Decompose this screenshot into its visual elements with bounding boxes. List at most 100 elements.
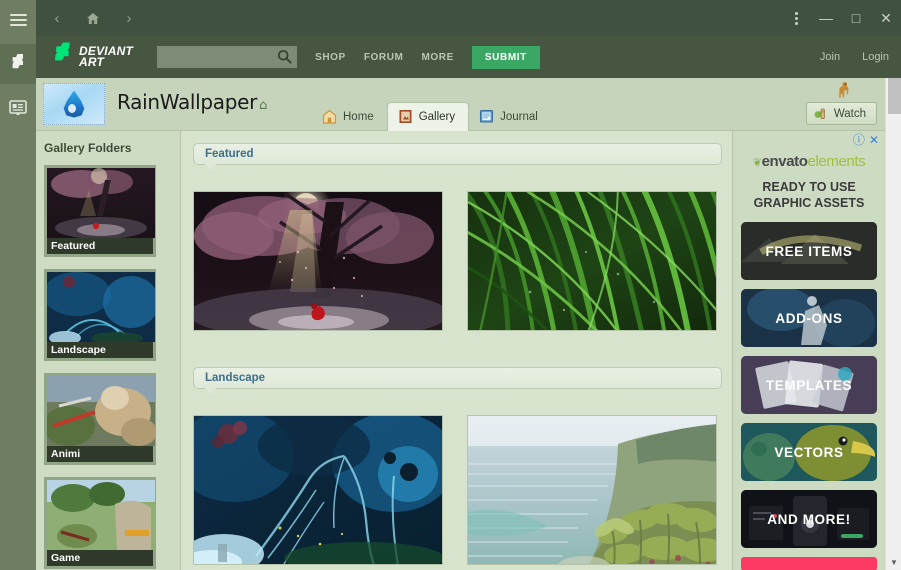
ad-footer-banner[interactable] [741, 557, 877, 570]
folder-thumbnail [47, 168, 155, 238]
thumbnail-image [468, 192, 716, 330]
gallery-folders-sidebar: Gallery Folders Featured Landscape Animi… [36, 131, 181, 570]
profile-bar: RainWallpaper ⌂ Home Gallery Journal Wat… [36, 78, 885, 131]
watch-binoculars-icon [814, 108, 825, 120]
application-window: ‹ › — □ ✕ DEVIANT ART SHOP FORUM MORE SU… [0, 0, 901, 570]
section-header-featured[interactable]: Featured [193, 143, 722, 170]
water-droplet-icon [63, 90, 85, 118]
folder-item-animi[interactable]: Animi [44, 373, 156, 465]
maximize-button[interactable]: □ [841, 3, 871, 33]
section-title: Featured [205, 148, 254, 160]
login-link[interactable]: Login [862, 51, 889, 63]
folder-item-landscape[interactable]: Landscape [44, 269, 156, 361]
header-link-shop[interactable]: SHOP [315, 52, 346, 63]
ad-card-label: AND MORE! [767, 511, 851, 527]
section-header-landscape[interactable]: Landscape [193, 367, 722, 394]
ad-card-label: ADD-ONS [775, 310, 843, 326]
folder-item-game[interactable]: Game [44, 477, 156, 569]
journal-icon [480, 109, 494, 123]
folder-thumbnail [47, 272, 155, 342]
search-box[interactable] [157, 46, 298, 68]
deviantart-mark-icon [50, 42, 73, 73]
submit-button[interactable]: SUBMIT [471, 45, 540, 69]
folder-thumbnail [47, 376, 155, 446]
page-content: RainWallpaper ⌂ Home Gallery Journal Wat… [36, 78, 885, 570]
join-link[interactable]: Join [820, 51, 840, 63]
avatar[interactable] [43, 83, 105, 125]
page-title: RainWallpaper ⌂ [117, 90, 267, 114]
home-icon [322, 109, 337, 124]
folder-label: Landscape [47, 342, 153, 358]
deviantart-brand[interactable]: DEVIANT ART [52, 42, 133, 73]
watch-button[interactable]: Watch [805, 102, 877, 125]
ad-card-templates[interactable]: TEMPLATES [741, 356, 877, 414]
sidebar-title: Gallery Folders [44, 141, 132, 155]
watch-label: Watch [833, 107, 866, 120]
profile-tabs: Home Gallery Journal [312, 102, 551, 131]
gallery-thumb-green-grass[interactable] [467, 191, 717, 331]
gallery-thumb-tropical-beach[interactable] [467, 415, 717, 565]
chrome-menu-button[interactable] [781, 3, 811, 33]
tab-journal-label: Journal [500, 110, 538, 123]
scrollbar-thumb[interactable] [888, 78, 901, 114]
section-title: Landscape [205, 372, 266, 384]
ad-card-vectors[interactable]: VECTORS [741, 423, 877, 481]
tab-journal[interactable]: Journal [469, 103, 551, 130]
close-button[interactable]: ✕ [871, 3, 901, 33]
profile-name: RainWallpaper [117, 90, 258, 114]
content-columns: Gallery Folders Featured Landscape Animi… [36, 131, 885, 570]
deviantart-logo-icon [54, 42, 70, 60]
home-button[interactable] [78, 4, 108, 32]
scroll-down-button[interactable]: ▼ [886, 554, 901, 570]
header-link-forum[interactable]: FORUM [364, 52, 404, 63]
folder-label: Animi [47, 446, 153, 462]
ad-card-label: FREE ITEMS [765, 243, 853, 259]
ad-close-icon[interactable]: ✕ [869, 134, 879, 146]
gallery-thumb-cherry-blossom[interactable] [193, 191, 443, 331]
account-links: Join Login [798, 51, 889, 63]
ad-info-icon[interactable]: ⓘ [853, 134, 865, 146]
folder-thumbnail [47, 480, 155, 550]
ad-controls: ⓘ ✕ [853, 134, 879, 146]
ad-card-add-ons[interactable]: ADD-ONS [741, 289, 877, 347]
tab-gallery[interactable]: Gallery [386, 102, 470, 131]
gallery-icon [399, 110, 412, 123]
more-vertical-icon [794, 11, 798, 25]
ad-brand-bold: envato [761, 153, 808, 170]
tab-home[interactable]: Home [312, 103, 387, 130]
gallery-thumb-blue-forest[interactable] [193, 415, 443, 565]
header-link-more[interactable]: MORE [422, 52, 454, 63]
search-icon[interactable] [277, 49, 292, 64]
app-rail [0, 0, 36, 570]
ad-card-free-items[interactable]: FREE ITEMS [741, 222, 877, 280]
folder-label: Game [47, 550, 153, 566]
section-thumbnails-landscape [193, 415, 722, 565]
search-input[interactable] [157, 46, 298, 68]
rail-item-reader[interactable] [0, 88, 36, 128]
ad-card-label: TEMPLATES [765, 377, 853, 393]
page-scrollbar[interactable]: ▲ ▼ [885, 78, 901, 570]
browser-toolbar: ‹ › — □ ✕ [36, 0, 901, 36]
browser-window-icon [9, 100, 27, 115]
tab-home-label: Home [343, 110, 374, 123]
minimize-button[interactable]: — [811, 3, 841, 33]
hamburger-menu-button[interactable] [0, 0, 36, 40]
ad-card-and-more[interactable]: AND MORE! [741, 490, 877, 548]
watch-area: Watch [782, 78, 877, 131]
forward-button[interactable]: › [114, 4, 144, 32]
thumbnail-image [468, 416, 716, 564]
folder-item-featured[interactable]: Featured [44, 165, 156, 257]
rail-item-deviantart[interactable] [0, 44, 36, 84]
ad-card-label: VECTORS [774, 444, 844, 460]
gallery-main: Featured Landscape [181, 131, 732, 570]
llama-badge-icon[interactable] [836, 81, 851, 102]
profile-home-icon: ⌂ [259, 98, 268, 113]
leaf-icon: ❦ [752, 157, 762, 169]
ad-brand-light: elements [807, 153, 866, 170]
home-icon [87, 12, 99, 24]
advertisement-panel: ⓘ ✕ ❦envatoelements READY TO USE GRAPHIC… [732, 131, 885, 570]
back-button[interactable]: ‹ [42, 4, 72, 32]
ad-brand[interactable]: ❦envatoelements [741, 153, 877, 170]
site-header: DEVIANT ART SHOP FORUM MORE SUBMIT Join … [36, 36, 901, 78]
brand-line-2: ART [79, 55, 105, 69]
